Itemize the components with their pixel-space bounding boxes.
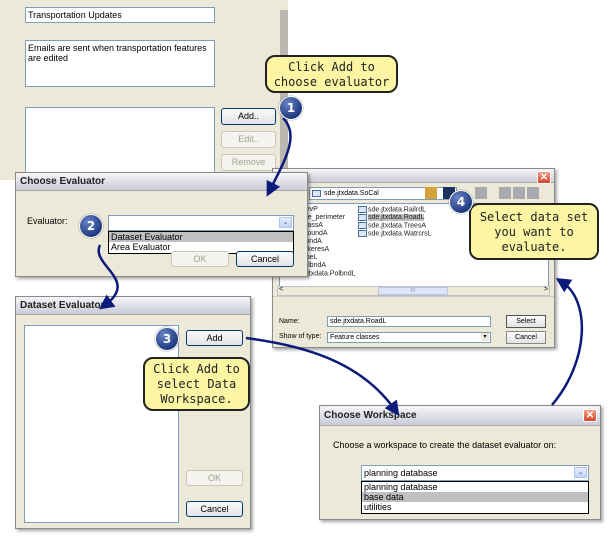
close-icon[interactable]: ✕ — [537, 171, 551, 184]
chevron-down-icon[interactable]: ⌄ — [279, 217, 292, 228]
callout-step-4: Select data set you want to evaluate. — [469, 203, 599, 260]
choose-evaluator-title: Choose Evaluator — [16, 173, 307, 191]
dataset-ok-button[interactable]: OK — [186, 470, 243, 486]
file-name: sde.jtxdata.RoadL — [368, 214, 425, 222]
callout-step-3: Click Add to select Data Workspace. — [143, 357, 250, 411]
browse-cancel-button[interactable]: Cancel — [506, 331, 546, 344]
workspace-dropdown: planning database base data utilities — [361, 481, 589, 514]
workspace-option[interactable]: utilities — [362, 502, 588, 512]
description-field[interactable]: Emails are sent when transportation feat… — [25, 40, 215, 87]
chevron-down-icon[interactable]: ⌄ — [574, 467, 587, 478]
arrow-4 — [551, 277, 584, 406]
close-icon[interactable]: ✕ — [583, 409, 597, 422]
feature-class-icon — [358, 230, 367, 237]
evaluator-option[interactable]: Dataset Evaluator — [109, 232, 293, 242]
database-icon — [312, 190, 321, 197]
file-list-item[interactable]: sde.jtxdata.WatrcrsL — [358, 230, 432, 238]
select-button[interactable]: Select — [506, 315, 546, 328]
choose-workspace-title: Choose Workspace — [320, 406, 600, 426]
step-badge-4: 4 — [449, 190, 473, 214]
list-view-icon[interactable] — [499, 187, 511, 199]
evaluator-ok-button[interactable]: OK — [171, 251, 229, 267]
dataset-cancel-button[interactable]: Cancel — [186, 501, 243, 517]
scroll-left-icon[interactable]: < — [279, 286, 283, 293]
file-list-item[interactable]: sde.jtxdata.RailrdL — [358, 206, 432, 214]
name-field[interactable]: Transportation Updates — [25, 7, 215, 23]
step-badge-1: 1 — [279, 96, 303, 120]
step-badge-2: 2 — [79, 214, 103, 238]
evaluator-label: Evaluator: — [27, 216, 68, 226]
location-value: sde.jtxdata.SoCal — [324, 190, 379, 197]
dataset-add-button[interactable]: Add — [186, 330, 243, 346]
horizontal-scrollbar[interactable]: < III > — [277, 286, 550, 296]
evaluators-list[interactable] — [25, 107, 215, 180]
type-combo[interactable]: Feature classes ▾ — [327, 332, 491, 343]
arrow-3 — [245, 336, 400, 417]
type-label: Show of type: — [279, 333, 322, 340]
dataset-name-field[interactable]: sde.jtxdata.RoadL — [327, 316, 491, 327]
choose-workspace-dialog: Choose Workspace ✕ Choose a workspace to… — [319, 405, 601, 520]
edit-evaluator-button[interactable]: Edit.. — [221, 131, 276, 148]
scroll-thumb[interactable]: III — [378, 287, 448, 295]
workspace-prompt: Choose a workspace to create the dataset… — [333, 440, 557, 450]
remove-evaluator-button[interactable]: Remove — [221, 154, 276, 171]
browse-titlebar — [273, 169, 554, 183]
workspace-option[interactable]: base data — [362, 492, 588, 502]
feature-class-icon — [358, 222, 367, 229]
evaluator-cancel-button[interactable]: Cancel — [236, 251, 294, 267]
file-name: sde.jtxdata.TreesA — [368, 222, 427, 230]
callout-step-1: Click Add to choose evaluator — [265, 55, 398, 93]
feature-class-icon — [358, 214, 367, 221]
file-name: sde.jtxdata.RailrdL — [368, 206, 426, 214]
name-label: Name: — [279, 318, 300, 325]
view-icon[interactable] — [475, 187, 487, 199]
dataset-evaluator-dialog: Dataset Evaluator Add OK Cancel — [15, 296, 251, 529]
up-folder-icon[interactable] — [425, 187, 437, 199]
file-name: sde.jtxdata.WatrcrsL — [368, 230, 432, 238]
evaluator-combo[interactable]: ⌄ — [108, 215, 294, 231]
browse-footer: < III > Name: sde.jtxdata.RoadL Show of … — [273, 286, 554, 347]
step-badge-3: 3 — [155, 327, 179, 351]
feature-class-icon — [358, 206, 367, 213]
file-list-item[interactable]: sde.jtxdata.TreesA — [358, 222, 432, 230]
details-view-icon[interactable] — [513, 187, 525, 199]
scroll-right-icon[interactable]: > — [544, 286, 548, 293]
workspace-option[interactable]: planning database — [362, 482, 588, 492]
dataset-list[interactable] — [24, 325, 179, 523]
dataset-evaluator-title: Dataset Evaluator — [16, 297, 250, 315]
workspace-value: planning database — [364, 468, 438, 478]
chevron-down-icon[interactable]: ▾ — [481, 333, 489, 341]
choose-evaluator-dialog: Choose Evaluator Evaluator: ⌄ Dataset Ev… — [15, 172, 308, 277]
file-list-item[interactable]: sde.jtxdata.RoadL — [358, 214, 432, 222]
browse-toolbar — [425, 187, 545, 199]
workspace-combo[interactable]: planning database ⌄ — [361, 465, 589, 481]
background-dialog: Transportation Updates Emails are sent w… — [0, 0, 288, 180]
type-value: Feature classes — [330, 334, 380, 341]
add-evaluator-button[interactable]: Add.. — [221, 108, 276, 125]
thumbnail-view-icon[interactable] — [527, 187, 539, 199]
